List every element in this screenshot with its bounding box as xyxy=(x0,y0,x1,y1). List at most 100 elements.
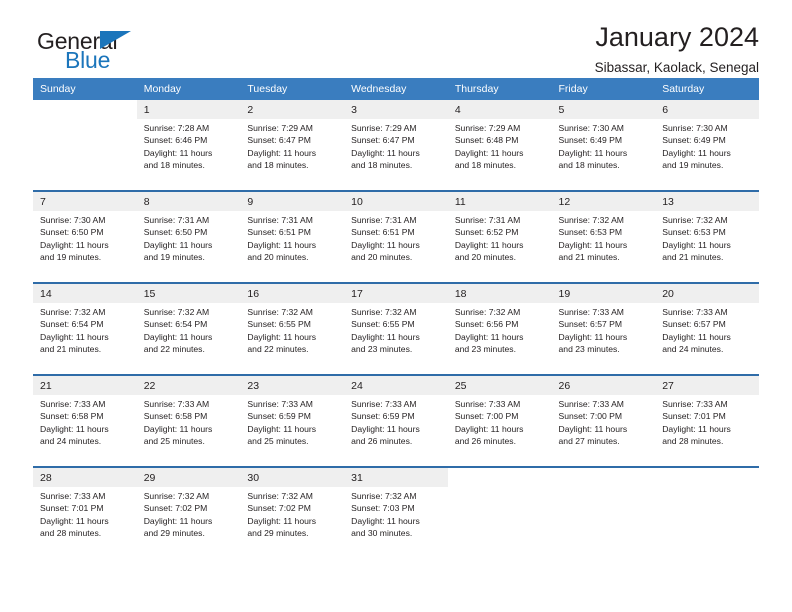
day-detail-line: Sunrise: 7:33 AM xyxy=(662,399,728,409)
day-detail-line: and 27 minutes. xyxy=(558,436,620,447)
day-detail-line: Daylight: 11 hours xyxy=(247,423,317,434)
day-detail-line: Sunrise: 7:33 AM xyxy=(143,399,210,409)
day-detail-line: and 21 minutes. xyxy=(40,344,102,355)
day-number[interactable]: 22 xyxy=(136,376,241,395)
day-detail-line: Daylight: 11 hours xyxy=(454,423,524,434)
day-details: Sunrise: 7:29 AM Sunset: 6:47 PM Daylight:… xyxy=(240,119,345,190)
day-number[interactable]: 18 xyxy=(447,284,552,303)
day-details-empty xyxy=(655,487,759,558)
week-details-row: Sunrise: 7:32 AM Sunset: 6:54 PM Daylight:… xyxy=(33,303,759,374)
day-detail-line: Sunset: 6:52 PM xyxy=(454,227,519,238)
day-detail-line: Daylight: 11 hours xyxy=(247,147,317,158)
day-number[interactable]: 28 xyxy=(33,468,137,487)
day-detail-line: Sunset: 6:55 PM xyxy=(351,319,415,330)
day-number[interactable]: 16 xyxy=(240,284,345,303)
day-number[interactable]: 3 xyxy=(344,100,448,119)
day-detail-line: and 20 minutes. xyxy=(351,252,413,263)
day-detail-line: and 18 minutes. xyxy=(351,160,413,171)
day-number[interactable]: 10 xyxy=(344,192,448,211)
day-details: Sunrise: 7:32 AM Sunset: 6:56 PM Daylight:… xyxy=(447,303,552,374)
day-detail-line: Sunset: 6:46 PM xyxy=(143,135,208,146)
day-number[interactable]: 27 xyxy=(655,376,759,395)
day-detail-line: Sunset: 6:47 PM xyxy=(351,135,415,146)
day-detail-line: Daylight: 11 hours xyxy=(558,331,628,342)
day-details: Sunrise: 7:28 AM Sunset: 6:46 PM Daylight:… xyxy=(136,119,241,190)
day-detail-line: Daylight: 11 hours xyxy=(351,423,420,434)
day-details: Sunrise: 7:29 AM Sunset: 6:47 PM Daylight:… xyxy=(344,119,448,190)
week-details-row: Sunrise: 7:33 AM Sunset: 6:58 PM Daylight:… xyxy=(33,395,759,466)
day-details-empty xyxy=(447,487,552,558)
day-number[interactable]: 12 xyxy=(551,192,656,211)
day-details: Sunrise: 7:33 AM Sunset: 6:57 PM Daylight:… xyxy=(551,303,656,374)
day-detail-line: and 18 minutes. xyxy=(143,160,205,171)
day-number[interactable]: 24 xyxy=(344,376,448,395)
day-detail-line: and 22 minutes. xyxy=(143,344,205,355)
day-detail-line: and 24 minutes. xyxy=(662,344,724,355)
day-detail-line: Sunset: 6:50 PM xyxy=(40,227,104,238)
day-detail-line: Sunset: 7:00 PM xyxy=(454,411,519,422)
day-detail-line: Sunset: 7:00 PM xyxy=(558,411,623,422)
day-detail-line: Sunrise: 7:33 AM xyxy=(40,399,106,409)
day-detail-line: and 29 minutes. xyxy=(143,528,205,539)
day-details: Sunrise: 7:33 AM Sunset: 7:01 PM Daylight:… xyxy=(33,487,137,558)
day-detail-line: Sunset: 6:51 PM xyxy=(351,227,415,238)
day-detail-line: Sunrise: 7:32 AM xyxy=(143,491,210,501)
day-detail-line: Sunrise: 7:33 AM xyxy=(662,307,728,317)
day-number[interactable]: 17 xyxy=(344,284,448,303)
day-number[interactable]: 6 xyxy=(655,100,759,119)
day-number[interactable]: 31 xyxy=(344,468,448,487)
day-detail-line: Sunrise: 7:29 AM xyxy=(247,123,313,133)
day-number[interactable]: 29 xyxy=(136,468,241,487)
day-number[interactable]: 30 xyxy=(240,468,345,487)
day-number[interactable]: 19 xyxy=(551,284,656,303)
day-number[interactable]: 7 xyxy=(33,192,137,211)
day-details: Sunrise: 7:32 AM Sunset: 6:54 PM Daylight:… xyxy=(33,303,137,374)
day-detail-line: Daylight: 11 hours xyxy=(351,147,420,158)
day-number[interactable]: 1 xyxy=(136,100,241,119)
day-number[interactable]: 11 xyxy=(447,192,552,211)
day-number[interactable]: 8 xyxy=(136,192,241,211)
page-title: January 2024 xyxy=(595,22,759,52)
day-number[interactable]: 5 xyxy=(551,100,656,119)
day-number[interactable]: 2 xyxy=(240,100,345,119)
day-number[interactable]: 13 xyxy=(655,192,759,211)
day-detail-line: Daylight: 11 hours xyxy=(662,423,731,434)
weekday-header-saturday: Saturday xyxy=(655,78,759,100)
day-details: Sunrise: 7:31 AM Sunset: 6:52 PM Daylight:… xyxy=(447,211,552,282)
logo-text-blue: Blue xyxy=(65,47,111,73)
day-detail-line: Sunrise: 7:29 AM xyxy=(351,123,417,133)
day-detail-line: Daylight: 11 hours xyxy=(40,515,109,526)
page-header: General Blue January 2024 Sibassar, Kaol… xyxy=(33,0,759,78)
day-number[interactable]: 4 xyxy=(447,100,552,119)
day-number[interactable]: 25 xyxy=(447,376,552,395)
day-number[interactable]: 15 xyxy=(136,284,241,303)
day-detail-line: Daylight: 11 hours xyxy=(40,331,109,342)
day-detail-line: Sunrise: 7:33 AM xyxy=(351,399,417,409)
day-detail-line: Daylight: 11 hours xyxy=(143,515,213,526)
title-block: January 2024 Sibassar, Kaolack, Senegal xyxy=(595,22,759,75)
day-details: Sunrise: 7:33 AM Sunset: 7:01 PM Daylight:… xyxy=(655,395,759,466)
day-detail-line: and 26 minutes. xyxy=(454,436,516,447)
day-number[interactable]: 21 xyxy=(33,376,137,395)
day-detail-line: and 18 minutes. xyxy=(558,160,620,171)
day-detail-line: Daylight: 11 hours xyxy=(247,331,317,342)
calendar-page: General Blue January 2024 Sibassar, Kaol… xyxy=(0,0,792,612)
day-detail-line: and 25 minutes. xyxy=(143,436,205,447)
day-detail-line: Sunset: 6:54 PM xyxy=(40,319,104,330)
day-number[interactable]: 26 xyxy=(551,376,656,395)
day-number-empty xyxy=(447,468,552,487)
day-number[interactable]: 9 xyxy=(240,192,345,211)
day-details: Sunrise: 7:31 AM Sunset: 6:51 PM Daylight:… xyxy=(240,211,345,282)
day-number[interactable]: 23 xyxy=(240,376,345,395)
day-details: Sunrise: 7:29 AM Sunset: 6:48 PM Daylight:… xyxy=(447,119,552,190)
day-detail-line: Sunrise: 7:32 AM xyxy=(454,307,521,317)
day-detail-line: and 18 minutes. xyxy=(454,160,516,171)
day-detail-line: Daylight: 11 hours xyxy=(247,239,317,250)
day-detail-line: and 19 minutes. xyxy=(662,160,724,171)
day-detail-line: Sunrise: 7:31 AM xyxy=(351,215,417,225)
day-number[interactable]: 20 xyxy=(655,284,759,303)
day-detail-line: Sunset: 6:58 PM xyxy=(143,411,208,422)
day-number[interactable]: 14 xyxy=(33,284,137,303)
day-detail-line: Daylight: 11 hours xyxy=(143,423,213,434)
day-details: Sunrise: 7:31 AM Sunset: 6:51 PM Daylight:… xyxy=(344,211,448,282)
